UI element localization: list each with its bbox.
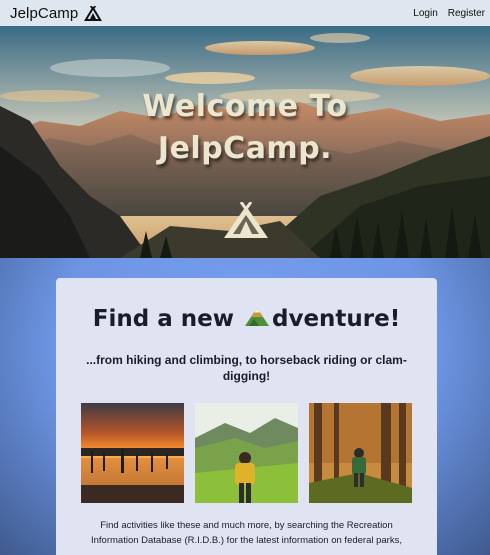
card-heading-end: dventure!	[271, 306, 401, 332]
card-body-text: Find activities like these and much more…	[90, 520, 402, 546]
nav-links: Login Register	[413, 8, 485, 19]
card-heading: Find a new dventure!	[56, 306, 437, 332]
hiker-meadow-photo	[195, 403, 298, 503]
card-subheading: ...from hiking and climbing, to horsebac…	[86, 353, 407, 383]
sunset-lake-photo	[81, 403, 184, 503]
brand[interactable]: JelpCamp	[10, 5, 103, 22]
hero-title-line-1: Welcome To	[142, 89, 348, 124]
hero-title-line-2: JelpCamp.	[157, 131, 333, 166]
register-link[interactable]: Register	[448, 8, 485, 19]
mountain-icon	[244, 306, 269, 332]
content-card: Find a new dventure! ...from hiking and …	[56, 278, 437, 555]
brand-name[interactable]: JelpCamp	[10, 5, 78, 22]
tent-icon	[224, 201, 268, 243]
tent-icon[interactable]	[84, 5, 103, 21]
forest-trail-photo	[309, 403, 412, 503]
hero-title: Welcome To JelpCamp.	[0, 86, 490, 170]
navbar: JelpCamp Login Register	[0, 0, 490, 26]
login-link[interactable]: Login	[413, 8, 437, 19]
hero-banner: Welcome To JelpCamp.	[0, 26, 490, 258]
card-heading-start: Find a new	[92, 306, 242, 332]
